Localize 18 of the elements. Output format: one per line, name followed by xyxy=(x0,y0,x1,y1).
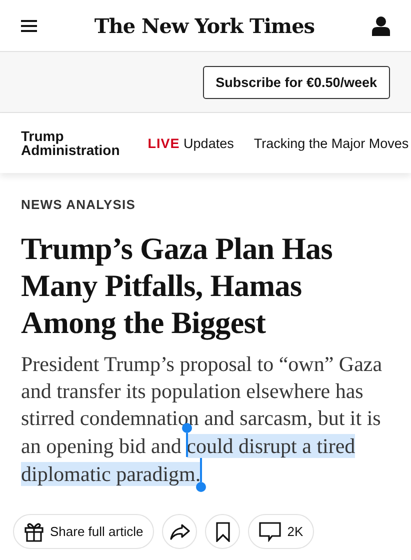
bookmark-icon xyxy=(216,522,230,542)
article-summary: President Trump’s proposal to “own” Gaza and transfer its population elsewhere has stirred condemnation and sarcasm, but it is an opening bid and could disrupt a tired diplomatic paradigm. xyxy=(21,351,390,488)
live-updates-link[interactable]: LIVE Updates xyxy=(148,136,234,150)
headline: Trump’s Gaza Plan Has Many Pitfalls, Hamas Among the Biggest xyxy=(21,230,334,341)
gift-icon xyxy=(24,522,44,542)
section-title[interactable]: Trump Administration xyxy=(21,129,120,157)
comment-icon xyxy=(259,522,282,542)
article-kicker: NEWS ANALYSIS xyxy=(21,197,136,212)
bookmark-button[interactable] xyxy=(205,514,240,549)
site-logo[interactable]: The New York Times xyxy=(94,14,315,38)
subscribe-button[interactable]: Subscribe for €0.50/week xyxy=(202,66,390,98)
forward-arrow-icon xyxy=(170,524,190,540)
share-button[interactable]: Share full article xyxy=(13,514,154,549)
share-arrow-button[interactable] xyxy=(162,514,198,549)
nav-link[interactable]: Tracking the Major Moves xyxy=(254,136,409,150)
comments-button[interactable]: 2K xyxy=(248,514,314,549)
account-icon[interactable] xyxy=(372,16,390,36)
menu-icon[interactable] xyxy=(21,20,37,32)
